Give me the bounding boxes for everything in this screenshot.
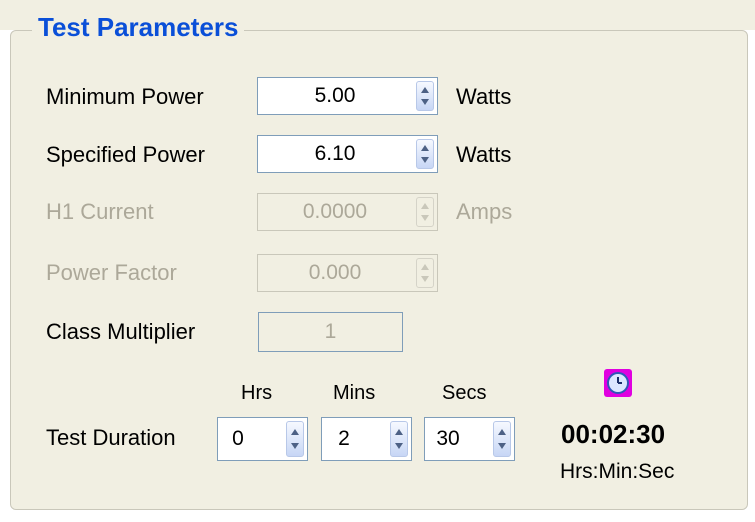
- mins-header: Mins: [333, 382, 376, 404]
- minutes-value[interactable]: 2: [322, 418, 366, 460]
- spec-power-value[interactable]: 6.10: [258, 136, 412, 172]
- min-power-spin-buttons[interactable]: [416, 81, 434, 111]
- spin-up-icon[interactable]: [291, 429, 299, 435]
- spin-down-icon[interactable]: [395, 443, 403, 449]
- hours-spin-buttons[interactable]: [286, 421, 304, 457]
- h1-current-unit: Amps: [456, 199, 513, 224]
- spin-down-icon[interactable]: [291, 443, 299, 449]
- min-power-label: Minimum Power: [46, 84, 204, 109]
- minutes-spinner[interactable]: 2: [321, 417, 412, 461]
- clock-icon[interactable]: [604, 369, 632, 397]
- timer-format-label: Hrs:Min:Sec: [560, 460, 675, 483]
- spin-up-icon: [421, 264, 429, 270]
- min-power-spinner[interactable]: 5.00: [257, 77, 438, 115]
- spin-down-icon: [421, 276, 429, 282]
- h1-current-label: H1 Current: [46, 199, 154, 224]
- spin-down-icon: [421, 215, 429, 221]
- h1-current-value: 0.0000: [302, 200, 368, 223]
- min-power-value[interactable]: 5.00: [258, 78, 412, 114]
- min-power-unit: Watts: [456, 84, 512, 109]
- secs-header: Secs: [442, 382, 487, 404]
- power-factor-label: Power Factor: [46, 260, 177, 285]
- test-duration-label: Test Duration: [46, 425, 176, 450]
- spec-power-spin-buttons[interactable]: [416, 139, 434, 169]
- hours-value[interactable]: 0: [218, 418, 258, 460]
- spin-down-icon[interactable]: [421, 157, 429, 163]
- seconds-value[interactable]: 30: [425, 418, 471, 460]
- hrs-header: Hrs: [241, 382, 273, 404]
- h1-current-spin-buttons: [416, 197, 434, 227]
- spin-down-icon[interactable]: [421, 99, 429, 105]
- spin-up-icon[interactable]: [421, 87, 429, 93]
- spin-up-icon[interactable]: [421, 145, 429, 151]
- spin-up-icon[interactable]: [395, 429, 403, 435]
- seconds-spin-buttons[interactable]: [493, 421, 511, 457]
- hours-spinner[interactable]: 0: [217, 417, 308, 461]
- spin-up-icon: [421, 203, 429, 209]
- power-factor-spinner: 0.000: [257, 254, 438, 292]
- seconds-spinner[interactable]: 30: [424, 417, 515, 461]
- spec-power-label: Specified Power: [46, 142, 205, 167]
- spin-down-icon[interactable]: [498, 443, 506, 449]
- spec-power-unit: Watts: [456, 142, 512, 167]
- h1-current-spinner: 0.0000: [257, 193, 438, 231]
- spec-power-spinner[interactable]: 6.10: [257, 135, 438, 173]
- class-multiplier-field: 1: [258, 312, 403, 352]
- spin-up-icon[interactable]: [498, 429, 506, 435]
- power-factor-value: 0.000: [308, 261, 362, 284]
- test-parameters-panel: Test Parameters Minimum Power 5.00 Watts…: [0, 0, 755, 522]
- class-multiplier-label: Class Multiplier: [46, 319, 196, 344]
- group-title: Test Parameters: [32, 12, 245, 42]
- minutes-spin-buttons[interactable]: [390, 421, 408, 457]
- timer-display: 00:02:30: [561, 419, 666, 449]
- power-factor-spin-buttons: [416, 258, 434, 288]
